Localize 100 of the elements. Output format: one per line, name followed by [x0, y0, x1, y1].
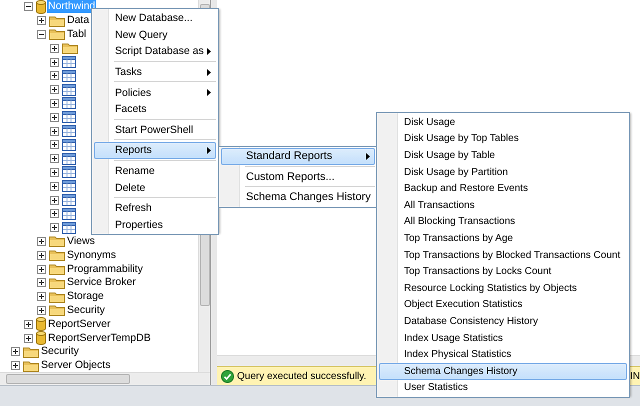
- menu-item[interactable]: Database Consistency History: [379, 313, 627, 330]
- menu-item[interactable]: Schema Changes History: [221, 189, 375, 206]
- menu-item[interactable]: Object Execution Statistics: [379, 296, 627, 314]
- horizontal-scrollbar[interactable]: [0, 372, 210, 385]
- folder-icon: [49, 14, 65, 27]
- expand-icon[interactable]: [24, 320, 33, 329]
- menu-item[interactable]: All Blocking Transactions: [379, 214, 627, 230]
- expand-icon[interactable]: [37, 306, 46, 315]
- folder-icon: [49, 263, 65, 276]
- expand-icon[interactable]: [50, 223, 59, 232]
- table-icon: [62, 166, 76, 178]
- database-icon: [36, 0, 46, 14]
- menu-item[interactable]: Properties: [94, 216, 216, 234]
- status-text: IN: [630, 370, 640, 382]
- expand-icon[interactable]: [50, 71, 59, 80]
- folder-icon: [49, 276, 65, 289]
- table-icon: [62, 222, 76, 234]
- table-icon: [62, 152, 76, 165]
- menu-item[interactable]: Policies: [94, 84, 216, 101]
- menu-item[interactable]: Refresh: [94, 200, 216, 217]
- menu-item[interactable]: Facets: [94, 100, 216, 118]
- menu-item[interactable]: Schema Changes History: [379, 362, 627, 380]
- expand-icon[interactable]: [37, 16, 46, 26]
- menu-item[interactable]: Top Transactions by Age: [379, 230, 627, 247]
- folder-icon: [49, 304, 65, 316]
- menu-item[interactable]: Disk Usage: [379, 114, 627, 131]
- expand-icon[interactable]: [50, 44, 59, 53]
- folder-icon: [49, 235, 65, 248]
- expand-icon[interactable]: [24, 334, 33, 343]
- submenu-arrow-icon: [366, 152, 370, 160]
- table-icon: [62, 56, 76, 68]
- expand-icon[interactable]: [50, 154, 59, 164]
- table-icon: [62, 194, 76, 206]
- menu-item[interactable]: All Transactions: [379, 196, 627, 214]
- expand-icon[interactable]: [50, 140, 59, 150]
- menu-item[interactable]: New Database...: [94, 10, 216, 27]
- menu-item[interactable]: Start PowerShell: [94, 122, 216, 138]
- menu-item[interactable]: Script Database as: [94, 43, 216, 60]
- menu-item[interactable]: Tasks: [94, 64, 216, 80]
- table-icon: [62, 125, 76, 138]
- tree-item[interactable]: Tabl: [66, 28, 88, 41]
- table-icon: [62, 97, 76, 110]
- database-icon: [36, 317, 46, 332]
- menu-item[interactable]: Index Usage Statistics: [379, 330, 627, 346]
- menu-item[interactable]: Reports: [94, 142, 216, 159]
- folder-icon: [49, 249, 65, 262]
- tree-item[interactable]: Data: [66, 14, 90, 28]
- tree-item[interactable]: ReportServerTempDB: [47, 332, 152, 345]
- collapse-icon[interactable]: [37, 30, 46, 39]
- tree-item[interactable]: Programmability: [66, 262, 144, 276]
- tree-item[interactable]: Storage: [66, 290, 105, 304]
- menu-item[interactable]: Backup and Restore Events: [379, 180, 627, 197]
- submenu-arrow-icon: [207, 48, 211, 55]
- menu-item[interactable]: New Query: [94, 26, 216, 44]
- expand-icon[interactable]: [50, 112, 59, 122]
- menu-item[interactable]: Rename: [94, 162, 216, 180]
- expand-icon[interactable]: [50, 98, 59, 108]
- menu-item[interactable]: Disk Usage by Partition: [379, 164, 627, 180]
- menu-item[interactable]: Custom Reports...: [221, 168, 375, 186]
- expand-icon[interactable]: [11, 361, 20, 370]
- submenu-arrow-icon: [207, 146, 211, 154]
- collapse-icon[interactable]: [24, 2, 33, 12]
- expand-icon[interactable]: [50, 126, 59, 136]
- tree-item[interactable]: Server Objects: [40, 359, 112, 372]
- table-icon: [62, 70, 76, 82]
- menu-item[interactable]: Disk Usage by Table: [379, 147, 627, 164]
- expand-icon[interactable]: [37, 278, 46, 288]
- menu-item[interactable]: Delete: [94, 179, 216, 196]
- expand-icon[interactable]: [37, 236, 46, 246]
- folder-icon: [23, 360, 39, 372]
- expand-icon[interactable]: [50, 196, 59, 205]
- expand-icon[interactable]: [11, 347, 20, 356]
- expand-icon[interactable]: [50, 85, 59, 94]
- tree-item[interactable]: Security: [66, 304, 106, 317]
- menu-item[interactable]: Standard Reports: [221, 148, 375, 165]
- expand-icon[interactable]: [37, 292, 46, 302]
- database-icon: [36, 331, 46, 346]
- menu-item[interactable]: User Statistics: [379, 380, 627, 396]
- submenu-arrow-icon: [207, 89, 211, 96]
- menu-item[interactable]: Index Physical Statistics: [379, 346, 627, 363]
- folder-icon: [49, 290, 65, 303]
- expand-icon[interactable]: [50, 182, 59, 191]
- expand-icon[interactable]: [37, 250, 46, 260]
- table-icon: [62, 138, 76, 151]
- tree-item[interactable]: Service Broker: [66, 276, 137, 290]
- folder-icon: [49, 28, 65, 40]
- tree-item[interactable]: Security: [40, 345, 80, 358]
- menu-item[interactable]: Resource Locking Statistics by Objects: [379, 280, 627, 297]
- menu-item[interactable]: Top Transactions by Locks Count: [379, 263, 627, 280]
- expand-icon[interactable]: [37, 264, 46, 274]
- tree-item[interactable]: Views: [66, 234, 96, 248]
- expand-icon[interactable]: [50, 58, 59, 67]
- tree-item[interactable]: ReportServer: [47, 318, 112, 331]
- expand-icon[interactable]: [50, 209, 59, 218]
- expand-icon[interactable]: [50, 168, 59, 177]
- table-icon: [62, 180, 76, 192]
- menu-item[interactable]: Top Transactions by Blocked Transactions Count: [379, 246, 627, 264]
- tree-item[interactable]: Synonyms: [66, 248, 118, 262]
- folder-icon: [23, 346, 39, 358]
- menu-item[interactable]: Disk Usage by Top Tables: [379, 130, 627, 148]
